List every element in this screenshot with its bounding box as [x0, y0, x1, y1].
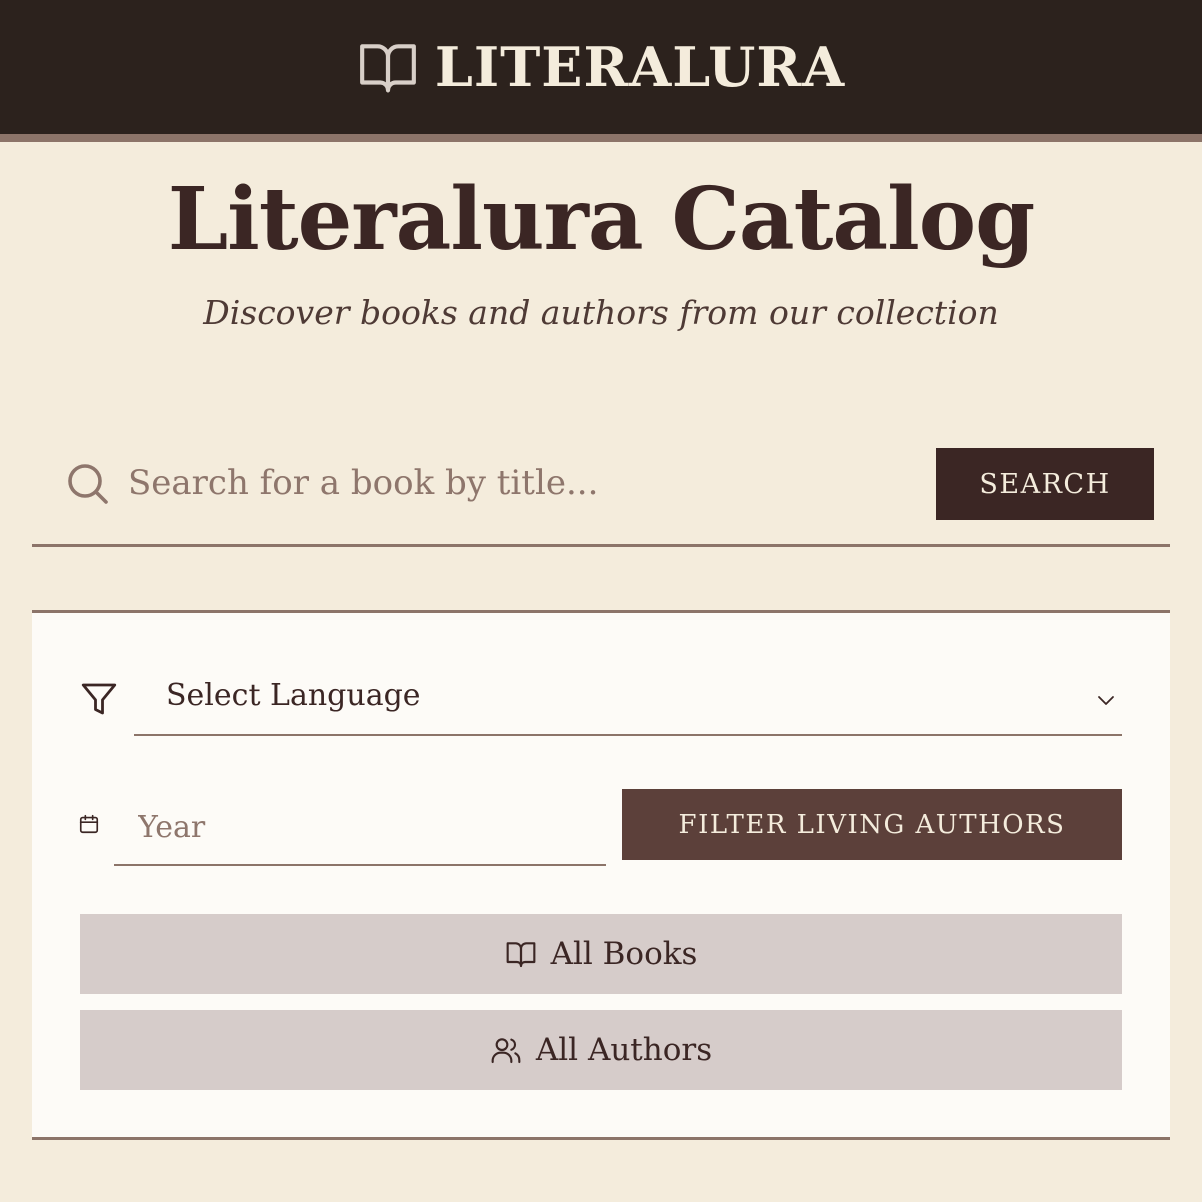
open-book-icon — [359, 44, 416, 93]
search-input[interactable] — [128, 455, 908, 511]
users-icon — [491, 1038, 521, 1064]
search-icon — [68, 464, 108, 504]
filter-icon — [81, 683, 117, 715]
all-books-button[interactable]: All Books — [80, 914, 1122, 994]
book-icon — [506, 942, 535, 968]
search-button[interactable]: SEARCH — [936, 448, 1154, 520]
brand-name: LITERALURA — [434, 35, 846, 99]
filter-living-authors-button[interactable]: FILTER LIVING AUTHORS — [622, 789, 1122, 860]
language-select-value: Select Language — [166, 678, 421, 713]
language-select[interactable]: Select Language — [134, 664, 1122, 736]
all-books-label: All Books — [550, 936, 698, 972]
calendar-icon — [79, 814, 99, 834]
chevron-down-icon — [1098, 696, 1114, 705]
year-input[interactable] — [138, 802, 588, 852]
page-subtitle: Discover books and authors from our coll… — [203, 293, 999, 332]
brand[interactable]: LITERALURA — [357, 35, 845, 99]
all-authors-button[interactable]: All Authors — [80, 1010, 1122, 1090]
all-authors-label: All Authors — [535, 1032, 713, 1068]
top-bar: LITERALURA — [0, 0, 1202, 142]
page-title: Literalura Catalog — [167, 169, 1036, 270]
year-field — [114, 792, 606, 866]
